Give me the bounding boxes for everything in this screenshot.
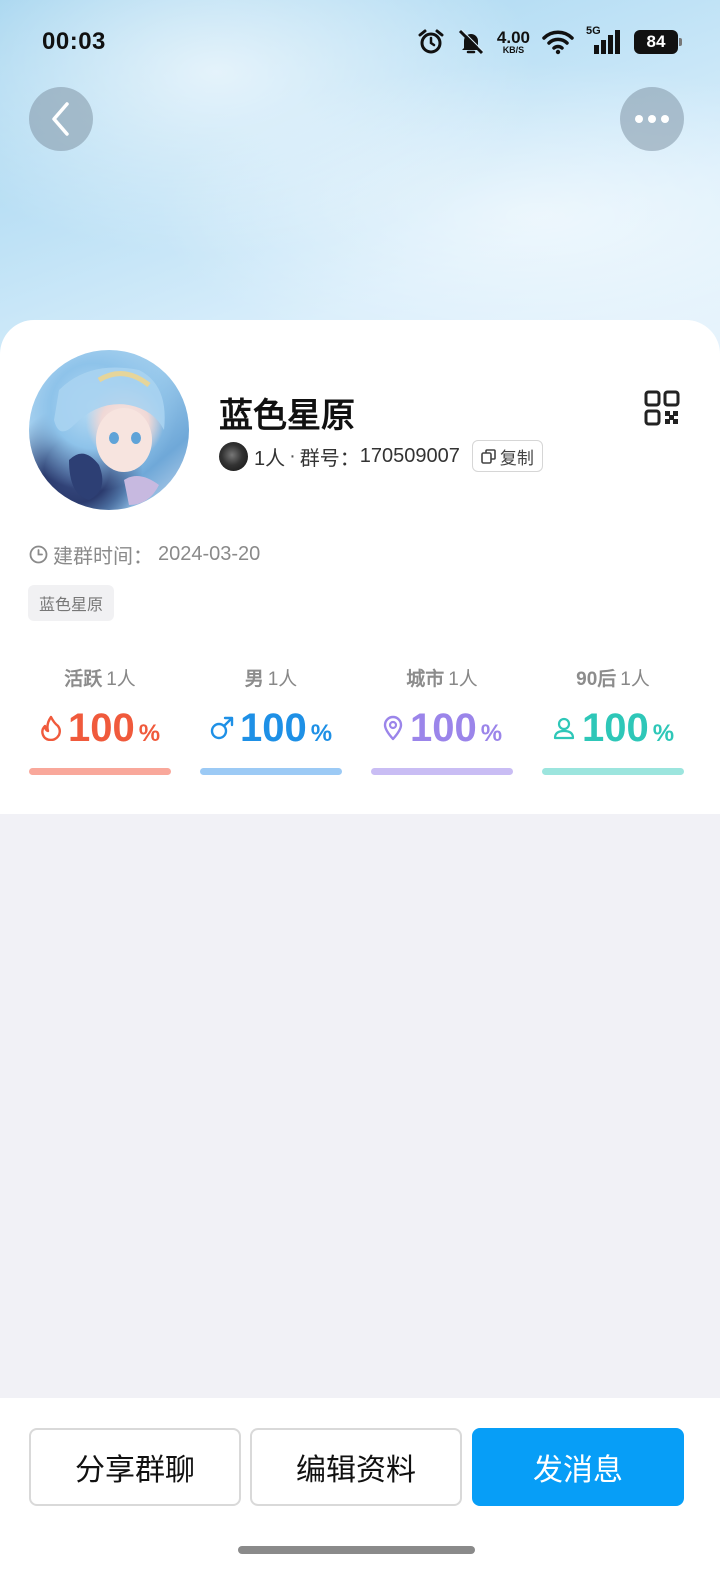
stat-male-unit: % bbox=[310, 720, 333, 747]
copy-icon bbox=[481, 448, 496, 464]
stat-city-label: 城市 bbox=[406, 668, 445, 690]
clock-icon bbox=[29, 545, 48, 564]
battery-level: 84 bbox=[646, 32, 666, 51]
alarm-icon bbox=[418, 29, 444, 54]
group-id: 170509007 bbox=[359, 444, 460, 467]
bottom-action-bar: 分享群聊 编辑资料 发消息 bbox=[0, 1398, 720, 1584]
network-speed-unit: KB/S bbox=[502, 45, 525, 55]
edit-profile-button[interactable]: 编辑资料 bbox=[250, 1428, 462, 1506]
stat-active-label: 活跃 bbox=[64, 668, 103, 690]
chevron-left-icon bbox=[52, 102, 69, 136]
avatar-art bbox=[54, 367, 165, 505]
more-dots-icon bbox=[635, 115, 669, 123]
stat-age-count: 1人 bbox=[620, 668, 650, 690]
stat-male-head: 男 1人 bbox=[245, 662, 298, 692]
meta-separator: · bbox=[289, 444, 296, 467]
stat-age-label: 90后 bbox=[576, 668, 617, 690]
group-meta: 1人 · 群号： 170509007 复制 bbox=[219, 440, 543, 472]
stat-active[interactable]: 活跃 1人 100 % bbox=[29, 662, 171, 775]
group-info-card: 蓝色星原 1人 · 群号： 170509007 复制 建群时间： 2024-03… bbox=[0, 320, 720, 814]
member-count: 1人 bbox=[254, 447, 286, 470]
copy-button[interactable]: 复制 bbox=[471, 440, 543, 472]
stat-age-bar bbox=[542, 768, 684, 775]
stat-male-label: 男 bbox=[244, 668, 264, 690]
status-time: 00:03 bbox=[42, 28, 106, 55]
signal-icon: 5G bbox=[586, 25, 622, 56]
stat-age[interactable]: 90后 1人 100 % bbox=[542, 662, 684, 775]
stat-active-bar bbox=[29, 768, 171, 775]
stat-male-count: 1人 bbox=[267, 668, 298, 690]
stat-city-bar bbox=[371, 768, 513, 775]
created-label: 建群时间： bbox=[53, 546, 153, 568]
member-avatar bbox=[219, 441, 248, 471]
stat-active-count: 1人 bbox=[106, 668, 136, 690]
stat-city-head: 城市 1人 bbox=[406, 662, 478, 692]
qr-code-icon[interactable] bbox=[644, 390, 680, 426]
group-name: 蓝色星原 bbox=[219, 397, 355, 435]
more-button[interactable] bbox=[620, 87, 684, 151]
stat-male-bar bbox=[200, 768, 342, 775]
location-pin-icon bbox=[383, 715, 403, 741]
stat-male[interactable]: 男 1人 100 % bbox=[200, 662, 342, 775]
stat-male-value: 100 bbox=[239, 706, 307, 750]
status-icons: 4.00 KB/S 5G 84 bbox=[417, 25, 682, 56]
group-tag[interactable]: 蓝色星原 bbox=[28, 585, 115, 621]
stat-city[interactable]: 城市 1人 100 % bbox=[371, 662, 513, 775]
copy-label: 复制 bbox=[499, 448, 534, 468]
status-bar: 00:03 4.00 KB/S 5G 84 bbox=[0, 0, 720, 84]
stat-active-value: 100 bbox=[67, 706, 135, 750]
created-time-row: 建群时间： 2024-03-20 bbox=[29, 540, 260, 569]
stat-city-unit: % bbox=[480, 720, 503, 747]
person-icon bbox=[553, 717, 575, 740]
network-speed-value: 4.00 bbox=[496, 28, 530, 47]
stat-city-count: 1人 bbox=[448, 668, 478, 690]
stat-active-value-row: 100 % bbox=[40, 704, 160, 752]
battery-icon: 84 bbox=[634, 30, 682, 54]
home-indicator[interactable] bbox=[238, 1546, 475, 1554]
stat-age-value-row: 100 % bbox=[552, 704, 674, 752]
stat-city-value: 100 bbox=[409, 706, 477, 750]
send-message-button[interactable]: 发消息 bbox=[472, 1428, 684, 1506]
group-id-label: 群号： bbox=[299, 447, 360, 470]
network-speed: 4.00 KB/S bbox=[497, 29, 530, 55]
group-avatar[interactable] bbox=[29, 350, 189, 510]
wifi-icon bbox=[542, 30, 574, 55]
share-group-button[interactable]: 分享群聊 bbox=[29, 1428, 241, 1506]
stat-active-head: 活跃 1人 bbox=[64, 662, 136, 692]
stat-age-value: 100 bbox=[581, 706, 649, 750]
created-date: 2024-03-20 bbox=[158, 543, 261, 565]
stat-age-unit: % bbox=[652, 720, 675, 747]
stat-active-unit: % bbox=[138, 720, 161, 747]
stat-male-value-row: 100 % bbox=[210, 704, 332, 752]
mute-icon bbox=[458, 29, 484, 55]
male-icon bbox=[210, 716, 234, 740]
stat-city-value-row: 100 % bbox=[382, 704, 502, 752]
flame-icon bbox=[41, 715, 61, 741]
back-button[interactable] bbox=[29, 87, 93, 151]
stat-age-head: 90后 1人 bbox=[576, 662, 650, 692]
